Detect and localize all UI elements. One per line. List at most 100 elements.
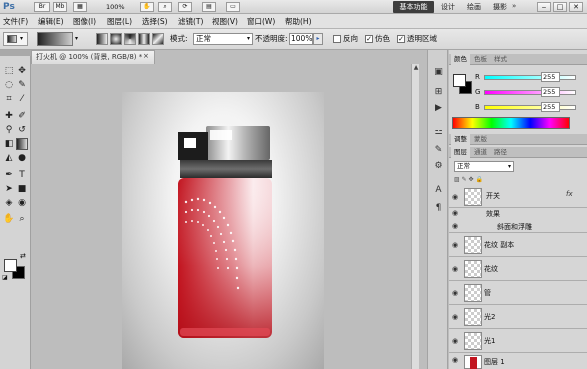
color-spectrum-bar[interactable] (452, 117, 570, 129)
foreground-color-swatch[interactable] (4, 259, 17, 272)
layer-name[interactable]: 花纹 副本 (484, 240, 514, 250)
b-slider[interactable] (484, 105, 576, 110)
tool-preset-picker[interactable]: ▾ (3, 32, 28, 46)
gradient-tool-icon[interactable] (16, 138, 28, 150)
hand-tool-icon[interactable]: ✋ (140, 2, 154, 12)
arrange-documents-icon[interactable]: ▤ (202, 2, 216, 12)
3d-camera-tool-icon[interactable]: ◉ (16, 197, 28, 209)
vertical-scrollbar[interactable]: ▲ (411, 64, 419, 369)
workspace-more-button[interactable]: » (512, 2, 524, 12)
zoom-tool-icon[interactable]: ⌕ (158, 2, 172, 12)
eyedropper-tool-icon[interactable]: ⁄ (16, 93, 28, 105)
extras-icon[interactable]: ▦ (73, 2, 87, 12)
lock-pixels-icon[interactable]: ✎ (462, 176, 467, 183)
diamond-gradient-button[interactable] (152, 33, 164, 45)
lasso-tool-icon[interactable]: ◌ (3, 79, 15, 91)
visibility-eye-icon[interactable]: ◉ (452, 193, 461, 202)
history-panel-icon[interactable]: ⊞ (432, 86, 445, 99)
history-brush-tool-icon[interactable]: ↺ (16, 124, 28, 136)
marquee-tool-icon[interactable]: ⬚ (3, 65, 15, 77)
reverse-checkbox[interactable] (333, 35, 341, 43)
close-document-icon[interactable]: × (143, 50, 151, 63)
document-canvas[interactable] (122, 92, 324, 369)
g-value-input[interactable]: 255 (541, 87, 560, 97)
dodge-tool-icon[interactable]: ● (16, 152, 28, 164)
blur-tool-icon[interactable]: ◭ (3, 152, 15, 164)
gradient-editor-swatch[interactable] (37, 32, 73, 46)
clone-source-panel-icon[interactable]: ⚙ (432, 160, 445, 173)
b-value-input[interactable]: 255 (541, 102, 560, 112)
layer-name[interactable]: 光1 (484, 336, 495, 346)
menu-layer[interactable]: 图层(L) (107, 16, 132, 27)
crop-tool-icon[interactable]: ⌗ (3, 93, 15, 105)
visibility-eye-icon[interactable]: ◉ (452, 209, 461, 218)
character-panel-icon[interactable]: A (432, 184, 445, 197)
screen-mode-icon[interactable]: ▭ (226, 2, 240, 12)
shape-tool-icon[interactable]: ■ (16, 183, 28, 195)
r-slider[interactable] (484, 75, 576, 80)
clone-stamp-tool-icon[interactable]: ⚲ (3, 124, 15, 136)
workspace-essentials-button[interactable]: 基本功能 (393, 1, 434, 13)
transparency-checkbox[interactable]: ✓ (397, 35, 405, 43)
zoom-level-select[interactable]: 100% (106, 2, 128, 12)
rotate-view-icon[interactable]: ⟳ (178, 2, 192, 12)
layer-effects-icon[interactable]: fx (566, 190, 573, 198)
visibility-eye-icon[interactable]: ◉ (452, 337, 461, 346)
menu-edit[interactable]: 编辑(E) (38, 16, 64, 27)
gradient-picker-chevron-icon[interactable]: ▾ (75, 35, 78, 42)
opacity-input[interactable]: 100% (289, 33, 313, 45)
tab-swatches[interactable]: 色板 (471, 54, 490, 65)
radial-gradient-button[interactable] (110, 33, 122, 45)
layer-name[interactable]: 花纹 (484, 264, 498, 274)
menu-window[interactable]: 窗口(W) (247, 16, 275, 27)
swap-colors-icon[interactable]: ⇄ (20, 252, 26, 260)
zoom-tool-icon[interactable]: ⌕ (16, 213, 28, 225)
reflected-gradient-button[interactable] (138, 33, 150, 45)
actions-panel-icon[interactable]: ▶ (432, 102, 445, 115)
tab-styles[interactable]: 样式 (491, 54, 510, 65)
tab-channels[interactable]: 通道 (471, 147, 490, 158)
workspace-design-link[interactable]: 设计 (441, 1, 455, 13)
move-tool-icon[interactable]: ✥ (16, 65, 28, 77)
type-tool-icon[interactable]: T (16, 169, 28, 181)
eraser-tool-icon[interactable]: ◧ (3, 138, 15, 150)
tab-masks[interactable]: 蒙版 (471, 134, 490, 145)
pen-tool-icon[interactable]: ✒ (3, 169, 15, 181)
quick-select-tool-icon[interactable]: ✎ (16, 79, 28, 91)
color-panel-foreground[interactable] (453, 74, 466, 87)
healing-brush-tool-icon[interactable]: ✚ (3, 110, 15, 122)
menu-file[interactable]: 文件(F) (3, 16, 28, 27)
hand-tool-icon[interactable]: ✋ (3, 213, 15, 225)
dither-checkbox[interactable]: ✓ (365, 35, 373, 43)
3d-rotate-tool-icon[interactable]: ◈ (3, 197, 15, 209)
tab-adjustments[interactable]: 调整 (451, 134, 470, 145)
menu-image[interactable]: 图像(I) (73, 16, 96, 27)
menu-view[interactable]: 视图(V) (212, 16, 238, 27)
mini-bridge-panel-icon[interactable]: ▣ (432, 66, 445, 79)
lock-all-icon[interactable]: 🔒 (476, 176, 483, 183)
lock-transparent-icon[interactable]: ▨ (454, 176, 460, 183)
default-colors-icon[interactable]: ◪ (2, 274, 8, 281)
maximize-window-button[interactable]: □ (553, 2, 567, 12)
brush-tool-icon[interactable]: ✐ (16, 110, 28, 122)
visibility-eye-icon[interactable]: ◉ (452, 241, 461, 250)
visibility-eye-icon[interactable]: ◉ (452, 265, 461, 274)
scroll-up-icon[interactable]: ▲ (412, 64, 420, 72)
mode-select[interactable]: 正常 ▾ (193, 33, 253, 45)
mini-bridge-button[interactable]: Mb (53, 2, 67, 12)
layer-blend-mode-select[interactable]: 正常 ▾ (454, 161, 514, 172)
layer-effects-row[interactable] (449, 208, 587, 220)
brush-presets-panel-icon[interactable]: ✎ (432, 144, 445, 157)
menu-select[interactable]: 选择(S) (142, 16, 168, 27)
tab-color[interactable]: 颜色 (451, 54, 470, 65)
r-value-input[interactable]: 255 (541, 72, 560, 82)
swatches-panel-icon[interactable]: ⚍ (432, 126, 445, 139)
tab-layers[interactable]: 图层 (451, 147, 470, 158)
minimize-window-button[interactable]: ‒ (537, 2, 551, 12)
paragraph-panel-icon[interactable]: ¶ (432, 202, 445, 215)
menu-filter[interactable]: 滤镜(T) (178, 16, 203, 27)
visibility-eye-icon[interactable]: ◉ (452, 222, 461, 231)
lock-position-icon[interactable]: ✥ (469, 176, 474, 183)
layer-name[interactable]: 开关 (486, 191, 500, 201)
g-slider[interactable] (484, 90, 576, 95)
